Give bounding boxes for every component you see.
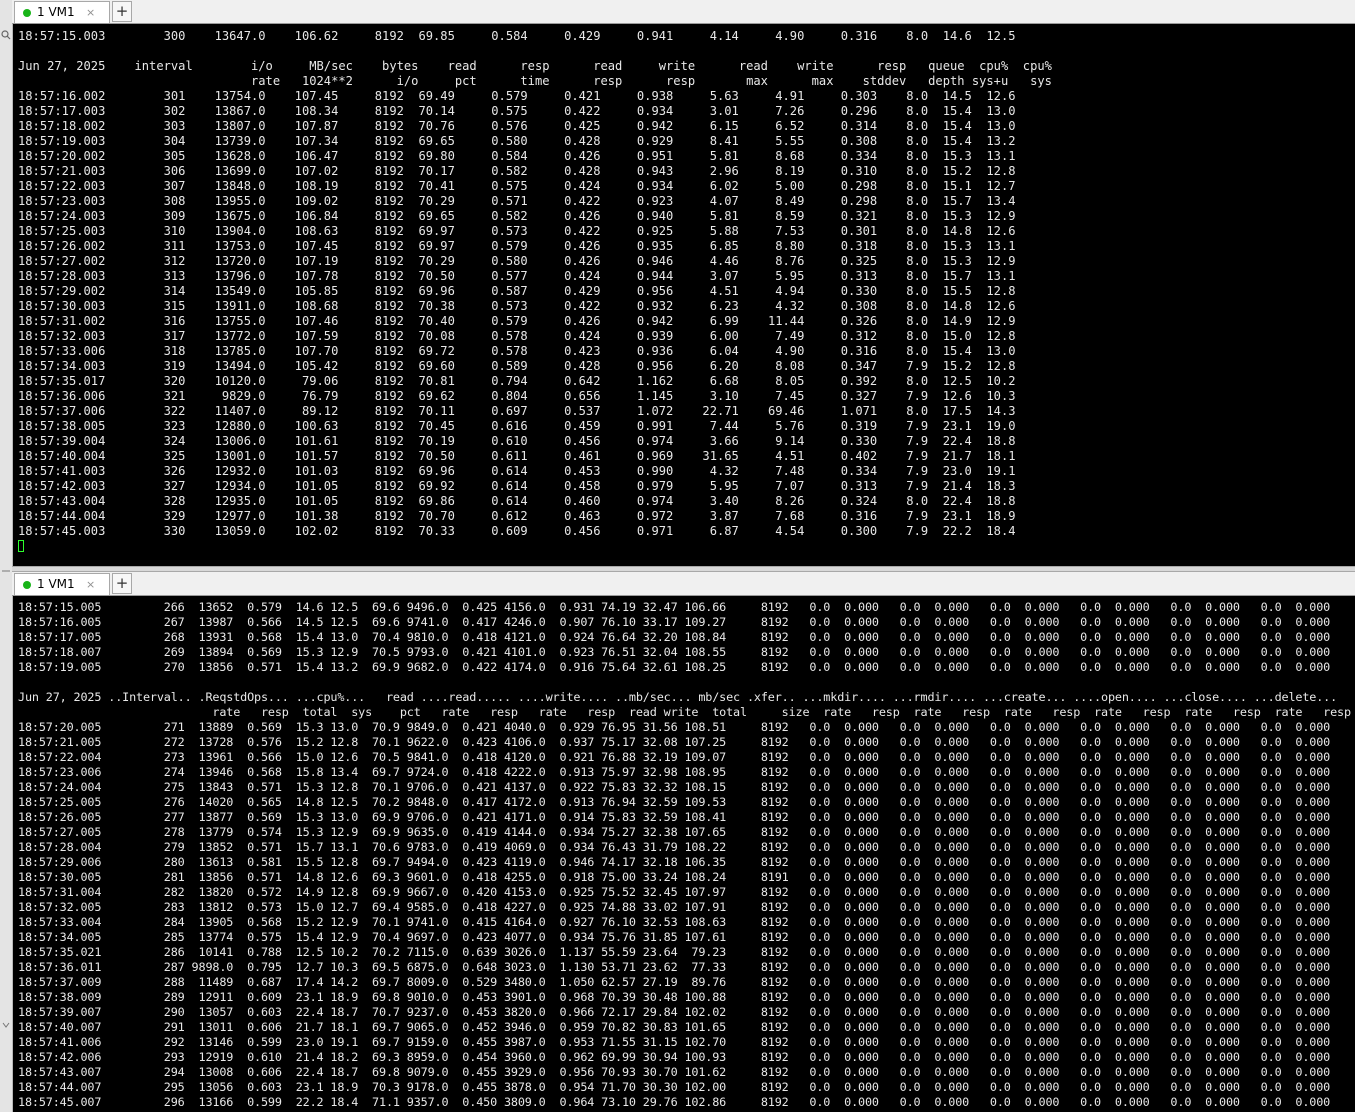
scroll-arrow-icon[interactable] <box>1 1020 11 1030</box>
connection-status-icon <box>23 9 31 17</box>
terminal-line: 18:57:31.002 316 13755.0 107.46 8192 70.… <box>18 314 1016 328</box>
terminal-line: 18:57:22.003 307 13848.0 108.19 8192 70.… <box>18 179 1016 193</box>
terminal-pane-top[interactable]: 18:57:15.003 300 13647.0 106.62 8192 69.… <box>13 24 1355 566</box>
terminal-line: 18:57:40.004 325 13001.0 101.57 8192 70.… <box>18 449 1016 463</box>
search-icon[interactable] <box>1 30 11 40</box>
terminal-line: 18:57:36.006 321 9829.0 76.79 8192 69.62… <box>18 389 1016 403</box>
terminal-output: 18:57:15.005 266 13652 0.579 14.6 12.5 6… <box>13 596 1355 1110</box>
terminal-line: 18:57:24.004 275 13843 0.571 15.3 12.8 7… <box>18 780 1331 794</box>
terminal-line: 18:57:16.002 301 13754.0 107.45 8192 69.… <box>18 89 1016 103</box>
left-toolbar-strip <box>0 0 13 1112</box>
terminal-output: 18:57:15.003 300 13647.0 106.62 8192 69.… <box>13 24 1355 554</box>
terminal-line: 18:57:37.006 322 11407.0 89.12 8192 70.1… <box>18 404 1016 418</box>
terminal-line: 18:57:42.003 327 12934.0 101.05 8192 69.… <box>18 479 1016 493</box>
terminal-line: 18:57:42.006 293 12919 0.610 21.4 18.2 6… <box>18 1050 1331 1064</box>
terminal-line: 18:57:30.003 315 13911.0 108.68 8192 70.… <box>18 299 1016 313</box>
terminal-line: 18:57:16.005 267 13987 0.566 14.5 12.5 6… <box>18 615 1331 629</box>
new-tab-button[interactable]: + <box>112 573 132 594</box>
tab-label: 1 VM1 <box>37 577 75 591</box>
tab-vm1-bottom[interactable]: 1 VM1 × <box>14 573 110 595</box>
pane-splitter-icon[interactable] <box>1 566 11 576</box>
terminal-line: 18:57:26.002 311 13753.0 107.45 8192 69.… <box>18 239 1016 253</box>
terminal-line: 18:57:41.006 292 13146 0.599 23.0 19.1 6… <box>18 1035 1331 1049</box>
terminal-line: 18:57:34.003 319 13494.0 105.42 8192 69.… <box>18 359 1016 373</box>
tab-label: 1 VM1 <box>37 5 75 19</box>
terminal-line: 18:57:19.003 304 13739.0 107.34 8192 69.… <box>18 134 1016 148</box>
terminal-line: 18:57:38.005 323 12880.0 100.63 8192 70.… <box>18 419 1016 433</box>
terminal-line: 18:57:41.003 326 12932.0 101.03 8192 69.… <box>18 464 1016 478</box>
tab-vm1-top[interactable]: 1 VM1 × <box>14 1 110 23</box>
terminal-pane-bottom[interactable]: 18:57:15.005 266 13652 0.579 14.6 12.5 6… <box>13 596 1355 1112</box>
terminal-line: 18:57:36.011 287 9898.0 0.795 12.7 10.3 … <box>18 960 1331 974</box>
terminal-line: 18:57:23.006 274 13946 0.568 15.8 13.4 6… <box>18 765 1331 779</box>
terminal-line: 18:57:27.002 312 13720.0 107.19 8192 70.… <box>18 254 1016 268</box>
terminal-line: 18:57:20.005 271 13889 0.569 15.3 13.0 7… <box>18 720 1331 734</box>
terminal-line: rate 1024**2 i/o pct time resp resp max … <box>18 74 1052 88</box>
terminal-line: 18:57:33.004 284 13905 0.568 15.2 12.9 7… <box>18 915 1331 929</box>
terminal-line: 18:57:15.003 300 13647.0 106.62 8192 69.… <box>18 29 1016 43</box>
close-tab-icon[interactable]: × <box>86 574 95 595</box>
terminal-line: 18:57:28.004 279 13852 0.571 15.7 13.1 7… <box>18 840 1331 854</box>
terminal-line: 18:57:29.002 314 13549.0 105.85 8192 69.… <box>18 284 1016 298</box>
terminal-line: 18:57:18.002 303 13807.0 107.87 8192 70.… <box>18 119 1016 133</box>
new-tab-button[interactable]: + <box>112 1 132 22</box>
terminal-line: rate resp total sys pct rate resp rate r… <box>18 705 1351 719</box>
tab-bar-top: 1 VM1 × + <box>12 0 1355 24</box>
terminal-line: 18:57:43.007 294 13008 0.606 22.4 18.7 6… <box>18 1065 1331 1079</box>
terminal-line: 18:57:21.003 306 13699.0 107.02 8192 70.… <box>18 164 1016 178</box>
terminal-line: 18:57:32.005 283 13812 0.573 15.0 12.7 6… <box>18 900 1331 914</box>
terminal-line: 18:57:32.003 317 13772.0 107.59 8192 70.… <box>18 329 1016 343</box>
terminal-line: 18:57:28.003 313 13796.0 107.78 8192 70.… <box>18 269 1016 283</box>
terminal-line: 18:57:44.004 329 12977.0 101.38 8192 70.… <box>18 509 1016 523</box>
terminal-line: 18:57:38.009 289 12911 0.609 23.1 18.9 6… <box>18 990 1331 1004</box>
connection-status-icon <box>23 581 31 589</box>
cursor <box>18 540 24 552</box>
terminal-line: 18:57:39.004 324 13006.0 101.61 8192 70.… <box>18 434 1016 448</box>
terminal-line: 18:57:17.003 302 13867.0 108.34 8192 70.… <box>18 104 1016 118</box>
terminal-line: 18:57:24.003 309 13675.0 106.84 8192 69.… <box>18 209 1016 223</box>
terminal-line: 18:57:44.007 295 13056 0.603 23.1 18.9 7… <box>18 1080 1331 1094</box>
terminal-line: 18:57:15.005 266 13652 0.579 14.6 12.5 6… <box>18 600 1331 614</box>
prompt-line <box>18 539 1355 554</box>
terminal-line: 18:57:35.021 286 10141 0.788 12.5 10.2 7… <box>18 945 1331 959</box>
terminal-line: 18:57:35.017 320 10120.0 79.06 8192 70.8… <box>18 374 1016 388</box>
terminal-line: 18:57:29.006 280 13613 0.581 15.5 12.8 6… <box>18 855 1331 869</box>
terminal-line: 18:57:45.003 330 13059.0 102.02 8192 70.… <box>18 524 1016 538</box>
terminal-line: 18:57:39.007 290 13057 0.603 22.4 18.7 7… <box>18 1005 1331 1019</box>
terminal-line: 18:57:22.004 273 13961 0.566 15.0 12.6 7… <box>18 750 1331 764</box>
terminal-line: 18:57:19.005 270 13856 0.571 15.4 13.2 6… <box>18 660 1331 674</box>
close-tab-icon[interactable]: × <box>86 2 95 23</box>
terminal-line: 18:57:45.007 296 13166 0.599 22.2 18.4 7… <box>18 1095 1331 1109</box>
terminal-line: 18:57:40.007 291 13011 0.606 21.7 18.1 6… <box>18 1020 1331 1034</box>
terminal-line: 18:57:33.006 318 13785.0 107.70 8192 69.… <box>18 344 1016 358</box>
terminal-line: 18:57:26.005 277 13877 0.569 15.3 13.0 6… <box>18 810 1331 824</box>
terminal-line: 18:57:23.003 308 13955.0 109.02 8192 70.… <box>18 194 1016 208</box>
terminal-line: 18:57:37.009 288 11489 0.687 17.4 14.2 6… <box>18 975 1331 989</box>
terminal-line: 18:57:31.004 282 13820 0.572 14.9 12.8 6… <box>18 885 1331 899</box>
terminal-line: 18:57:20.002 305 13628.0 106.47 8192 69.… <box>18 149 1016 163</box>
terminal-line: 18:57:25.005 276 14020 0.565 14.8 12.5 7… <box>18 795 1331 809</box>
terminal-line: 18:57:18.007 269 13894 0.569 15.3 12.9 7… <box>18 645 1331 659</box>
terminal-line: 18:57:27.005 278 13779 0.574 15.3 12.9 6… <box>18 825 1331 839</box>
terminal-line: 18:57:17.005 268 13931 0.568 15.4 13.0 7… <box>18 630 1331 644</box>
terminal-line: 18:57:43.004 328 12935.0 101.05 8192 69.… <box>18 494 1016 508</box>
terminal-line: 18:57:30.005 281 13856 0.571 14.8 12.6 6… <box>18 870 1331 884</box>
tab-bar-bottom: 1 VM1 × + <box>12 572 1355 596</box>
terminal-line: 18:57:25.003 310 13904.0 108.63 8192 69.… <box>18 224 1016 238</box>
terminal-line: 18:57:34.005 285 13774 0.575 15.4 12.9 7… <box>18 930 1331 944</box>
terminal-line: 18:57:21.005 272 13728 0.576 15.2 12.8 7… <box>18 735 1331 749</box>
terminal-line: Jun 27, 2025 interval i/o MB/sec bytes r… <box>18 59 1052 73</box>
terminal-line: Jun 27, 2025 ..Interval.. .ReqstdOps... … <box>18 690 1338 704</box>
